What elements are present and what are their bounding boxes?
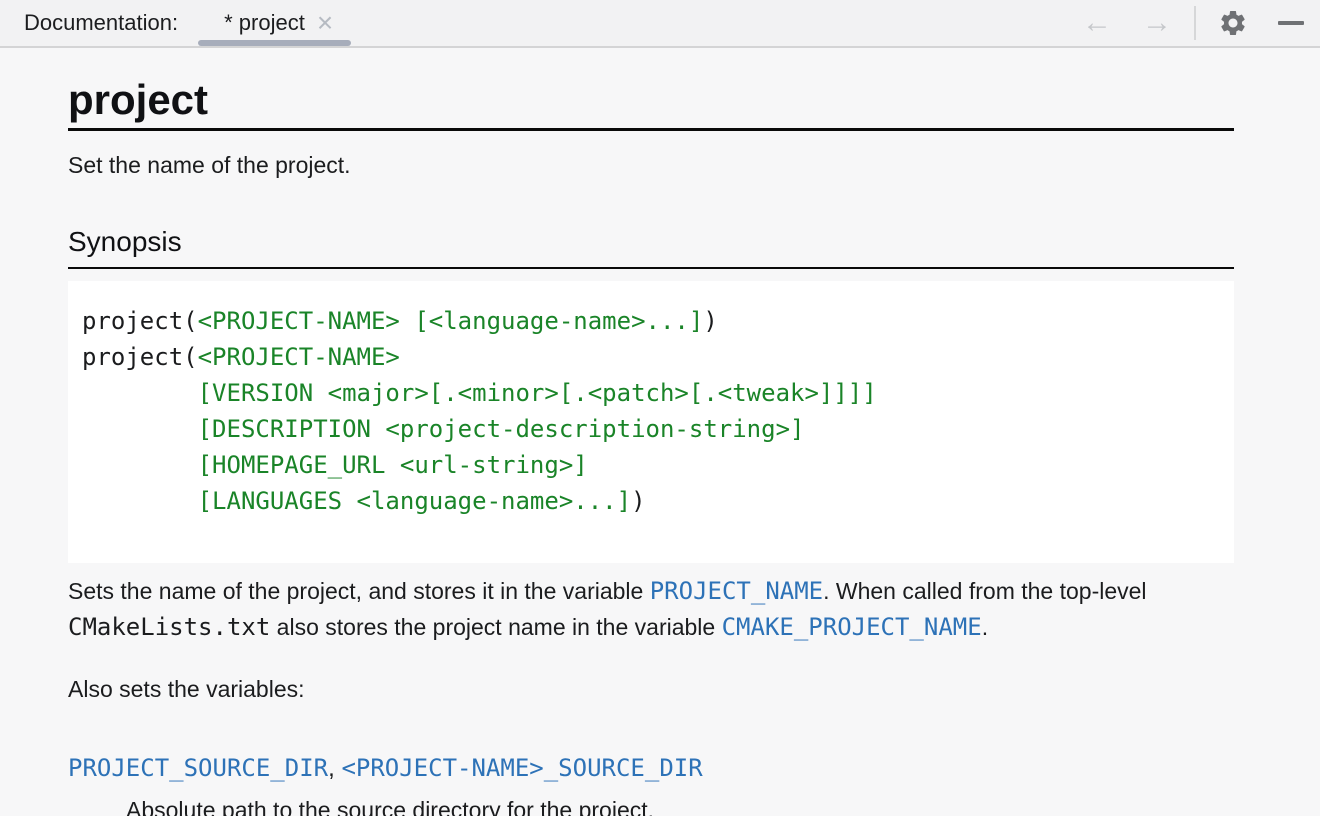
doc-link[interactable]: PROJECT_NAME [650,577,823,605]
active-tab-underline [198,40,351,46]
also-sets-text: Also sets the variables: [68,676,1234,703]
doc-intro: Set the name of the project. [68,152,1234,179]
code-line: project(<PROJECT-NAME> [<language-name>.… [82,303,1220,339]
minimize-bar-shape [1278,21,1304,25]
synopsis-code-block: project(<PROJECT-NAME> [<language-name>.… [68,281,1234,563]
text-segment: project( [82,343,198,371]
toolbar-divider [1194,6,1196,40]
close-icon[interactable]: × [317,9,333,37]
documentation-toolbar: Documentation: * project × ← → [0,0,1320,48]
code-line: [HOMEPAGE_URL <url-string>] [82,447,1220,483]
toolbar-label: Documentation: [24,10,178,36]
text-segment: [LANGUAGES <language-name>...] [198,487,631,515]
gear-icon[interactable] [1218,8,1248,38]
page-title: project [68,78,1234,131]
text-segment: . [982,614,988,640]
tab-title: * project [224,10,305,36]
text-segment: [DESCRIPTION <project-description-string… [198,415,805,443]
toolbar-actions: ← → [1082,6,1320,40]
text-segment: [VERSION <major>[.<minor>[.<patch>[.<twe… [198,379,877,407]
text-segment: CMakeLists.txt [68,613,270,641]
doc-link[interactable]: CMAKE_PROJECT_NAME [722,613,982,641]
text-segment: [HOMEPAGE_URL <url-string>] [198,451,588,479]
text-segment [82,487,198,515]
variable-term: PROJECT_SOURCE_DIR, <PROJECT-NAME>_SOURC… [68,753,1234,784]
minimize-icon[interactable] [1278,8,1304,38]
text-segment [82,451,198,479]
text-segment: <PROJECT-NAME> [198,343,400,371]
text-segment: <PROJECT-NAME> [<language-name>...] [198,307,704,335]
text-segment: ) [703,307,717,335]
documentation-content: project Set the name of the project. Syn… [0,78,1320,816]
text-segment: . When called from the top-level [823,578,1146,604]
code-line: project(<PROJECT-NAME> [82,339,1220,375]
description-paragraph: Sets the name of the project, and stores… [68,573,1234,645]
back-arrow-icon[interactable]: ← [1082,8,1112,38]
doc-link[interactable]: PROJECT_SOURCE_DIR [68,754,328,782]
synopsis-heading: Synopsis [68,226,1234,269]
text-segment: also stores the project name in the vari… [270,614,721,640]
text-segment [82,415,198,443]
text-segment: project( [82,307,198,335]
text-segment: ) [631,487,645,515]
text-segment: , [328,755,341,782]
tab-project[interactable]: * project × [198,0,351,46]
code-line: [DESCRIPTION <project-description-string… [82,411,1220,447]
code-line: [VERSION <major>[.<minor>[.<patch>[.<twe… [82,375,1220,411]
forward-arrow-icon[interactable]: → [1142,8,1172,38]
code-line: [LANGUAGES <language-name>...]) [82,483,1220,519]
doc-link[interactable]: <PROJECT-NAME>_SOURCE_DIR [341,754,702,782]
text-segment: Sets the name of the project, and stores… [68,578,650,604]
variable-definition: Absolute path to the source directory fo… [126,797,1234,816]
text-segment [82,379,198,407]
